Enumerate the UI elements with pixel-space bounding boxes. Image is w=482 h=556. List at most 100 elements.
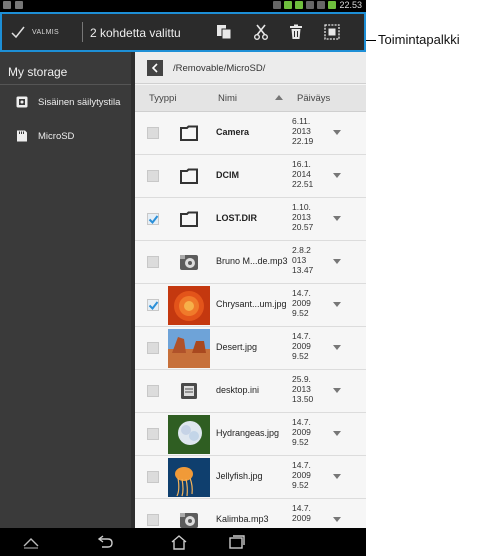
action-bar-callout: Toimintapalkki [378, 32, 460, 47]
sidebar-item-microsd[interactable]: MicroSD [0, 121, 131, 151]
row-checkbox[interactable] [147, 256, 159, 268]
file-date: 14.7. 2009 [292, 503, 311, 523]
wifi-icon [317, 1, 326, 9]
row-menu-icon[interactable] [333, 259, 341, 264]
recent-apps-icon [229, 535, 245, 549]
row-menu-icon[interactable] [333, 388, 341, 393]
column-name-header[interactable]: Nimi [218, 93, 237, 104]
navigation-bar [0, 528, 366, 556]
file-list: Camera 6.11. 2013 22.19 DCIM 16.1. 2014 … [135, 112, 366, 528]
sort-ascending-icon [275, 95, 283, 100]
home-icon [171, 535, 187, 550]
file-name: Bruno M...de.mp3 [216, 256, 288, 266]
check-icon [11, 26, 25, 39]
current-path: /Removable/MicroSD/ [173, 63, 266, 74]
column-header: Tyyppi Nimi Päiväys [135, 85, 366, 112]
file-row[interactable]: DCIM 16.1. 2014 22.51 [135, 155, 366, 198]
cut-icon [254, 24, 268, 40]
desert-thumbnail [168, 329, 210, 368]
file-date: 2.8.2 013 13.47 [292, 245, 314, 275]
file-row[interactable]: Chrysant...um.jpg 14.7. 2009 9.52 [135, 284, 366, 327]
column-type-header[interactable]: Tyyppi [149, 93, 176, 104]
folder-icon [167, 156, 211, 196]
copy-button[interactable] [214, 22, 234, 42]
file-name: Desert.jpg [216, 342, 258, 352]
hide-keyboard-button[interactable] [20, 532, 42, 552]
file-row[interactable]: desktop.ini 25.9. 2013 13.50 [135, 370, 366, 413]
row-checkbox[interactable] [147, 428, 159, 440]
done-label: VALMIS [32, 28, 59, 36]
screenshot-notification-icon [15, 1, 23, 9]
row-checkbox[interactable] [147, 170, 159, 182]
row-checkbox[interactable] [147, 514, 159, 526]
contextual-action-bar: VALMIS 2 kohdetta valittu [0, 12, 366, 52]
file-name: Hydrangeas.jpg [216, 428, 280, 438]
file-date: 14.7. 2009 9.52 [292, 417, 311, 447]
row-checkbox[interactable] [147, 385, 159, 397]
file-row[interactable]: Hydrangeas.jpg 14.7. 2009 9.52 [135, 413, 366, 456]
image-thumbnail [168, 286, 210, 325]
folder-icon [167, 113, 211, 153]
file-date: 6.11. 2013 22.19 [292, 116, 314, 146]
row-menu-icon[interactable] [333, 431, 341, 436]
row-checkbox[interactable] [147, 471, 159, 483]
file-row[interactable]: Jellyfish.jpg 14.7. 2009 9.52 [135, 456, 366, 499]
row-checkbox-checked[interactable] [147, 213, 159, 225]
hydrangeas-thumbnail [168, 415, 210, 454]
row-checkbox[interactable] [147, 127, 159, 139]
row-menu-icon[interactable] [333, 302, 341, 307]
row-menu-icon[interactable] [333, 173, 341, 178]
file-row[interactable]: Kalimba.mp3 14.7. 2009 [135, 499, 366, 528]
file-date: 1.10. 2013 20.57 [292, 202, 314, 232]
home-button[interactable] [168, 532, 190, 552]
row-menu-icon[interactable] [333, 130, 341, 135]
row-checkbox[interactable] [147, 342, 159, 354]
back-nav-button[interactable] [94, 532, 116, 552]
file-row[interactable]: LOST.DIR 1.10. 2013 20.57 [135, 198, 366, 241]
cut-button[interactable] [251, 22, 271, 42]
copy-icon [217, 25, 232, 40]
chevron-left-icon [151, 63, 158, 73]
file-name: Camera [216, 127, 250, 137]
sidebar-item-label: MicroSD [38, 130, 75, 142]
sidebar: My storage Sisäinen säilytystila MicroSD [0, 52, 131, 528]
folder-icon [167, 199, 211, 239]
select-all-button[interactable] [322, 22, 342, 42]
recent-apps-button[interactable] [226, 532, 248, 552]
file-name: Jellyfish.jpg [216, 471, 263, 481]
row-menu-icon[interactable] [333, 216, 341, 221]
sidebar-item-internal-storage[interactable]: Sisäinen säilytystila [0, 87, 131, 117]
path-bar: /Removable/MicroSD/ [135, 52, 366, 84]
file-name: DCIM [216, 170, 239, 180]
status-bar: 22.53 [0, 0, 366, 12]
select-all-icon [324, 24, 340, 40]
image-thumbnail [168, 458, 210, 497]
delete-button[interactable] [286, 22, 306, 42]
row-menu-icon[interactable] [333, 345, 341, 350]
signal-icon [295, 1, 304, 9]
file-row[interactable]: Camera 6.11. 2013 22.19 [135, 112, 366, 155]
notification-icon [3, 1, 11, 9]
file-date: 25.9. 2013 13.50 [292, 374, 314, 404]
file-row[interactable]: Bruno M...de.mp3 2.8.2 013 13.47 [135, 241, 366, 284]
column-date-header[interactable]: Päiväys [297, 93, 330, 104]
delete-icon [290, 24, 302, 39]
back-button[interactable] [147, 60, 163, 76]
sidebar-title: My storage [8, 65, 68, 79]
battery-icon [328, 1, 337, 9]
jellyfish-thumbnail [168, 458, 210, 497]
row-checkbox-checked[interactable] [147, 299, 159, 311]
done-button[interactable]: VALMIS [10, 20, 59, 44]
file-row[interactable]: Desert.jpg 14.7. 2009 9.52 [135, 327, 366, 370]
selection-count: 2 kohdetta valittu [90, 26, 181, 40]
row-menu-icon[interactable] [333, 517, 341, 522]
audio-file-icon [167, 500, 211, 528]
chrysanthemum-thumbnail [168, 286, 210, 325]
chevron-up-icon [23, 538, 39, 549]
image-thumbnail [168, 415, 210, 454]
file-name: desktop.ini [216, 385, 260, 395]
tablet-screen: 22.53 VALMIS 2 kohdetta valittu My stora… [0, 0, 366, 556]
app-notification-icon [284, 1, 293, 9]
sd-status-icon [306, 1, 315, 9]
row-menu-icon[interactable] [333, 474, 341, 479]
